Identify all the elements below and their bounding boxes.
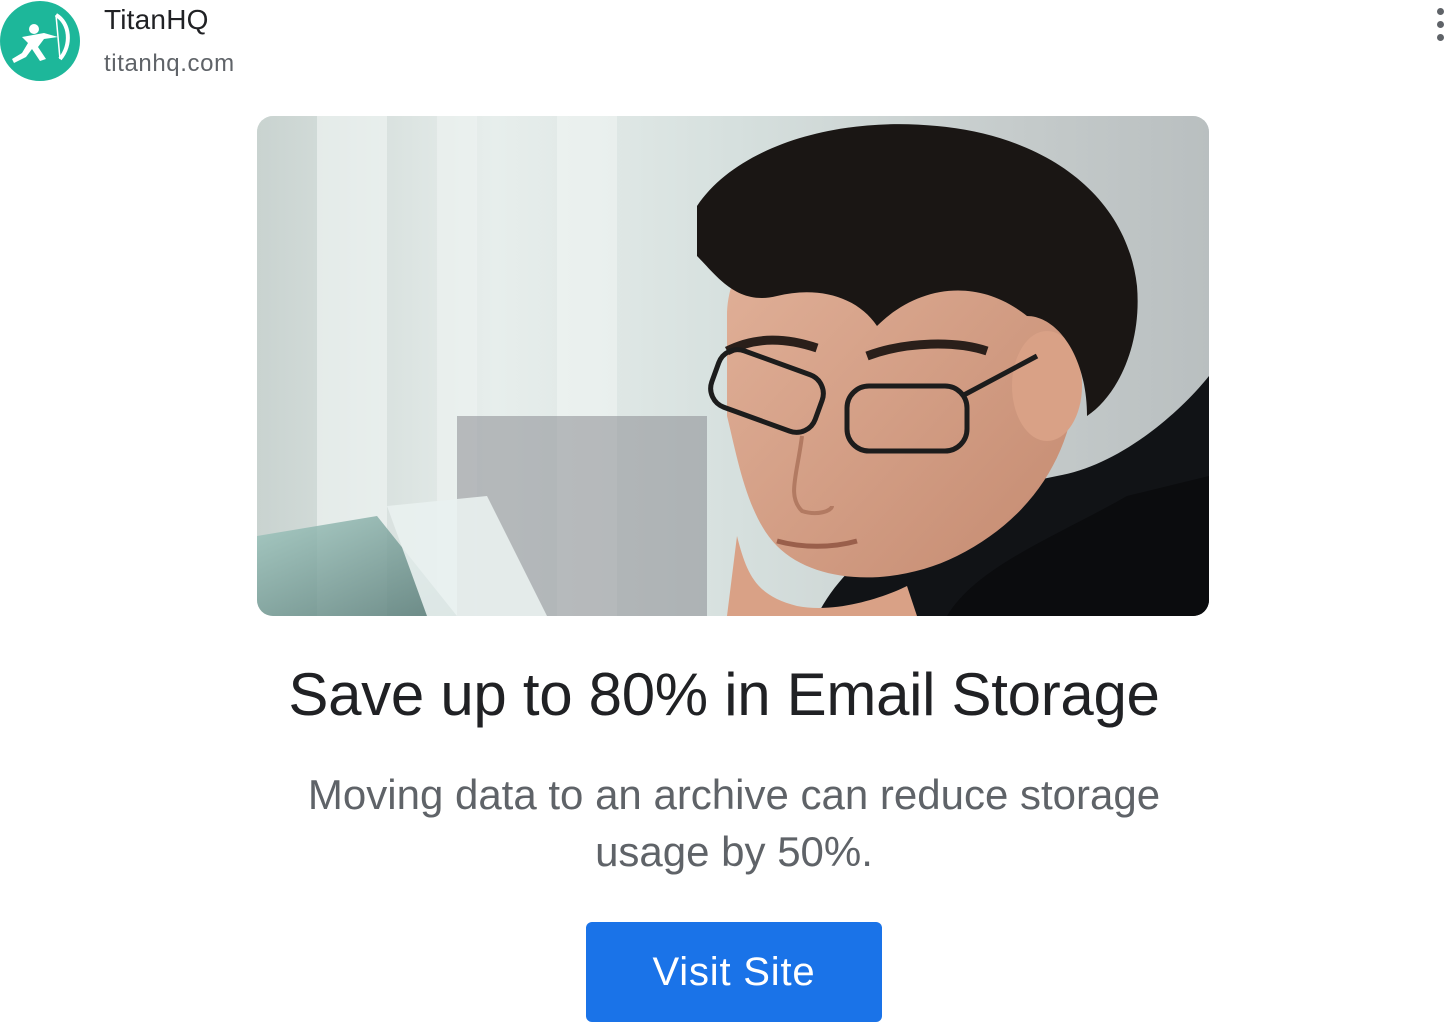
- man-with-glasses-photo: [257, 116, 1209, 616]
- visit-site-button[interactable]: Visit Site: [586, 922, 882, 1022]
- more-options-button[interactable]: [1432, 8, 1448, 42]
- ad-headline[interactable]: Save up to 80% in Email Storage: [0, 660, 1448, 729]
- archer-icon: [12, 13, 70, 63]
- advertiser-logo[interactable]: [0, 1, 80, 81]
- hero-image[interactable]: [257, 116, 1209, 616]
- advertiser-name[interactable]: TitanHQ: [104, 4, 209, 36]
- ad-description: Moving data to an archive can reduce sto…: [307, 771, 1161, 875]
- advertiser-domain[interactable]: titanhq.com: [104, 50, 235, 78]
